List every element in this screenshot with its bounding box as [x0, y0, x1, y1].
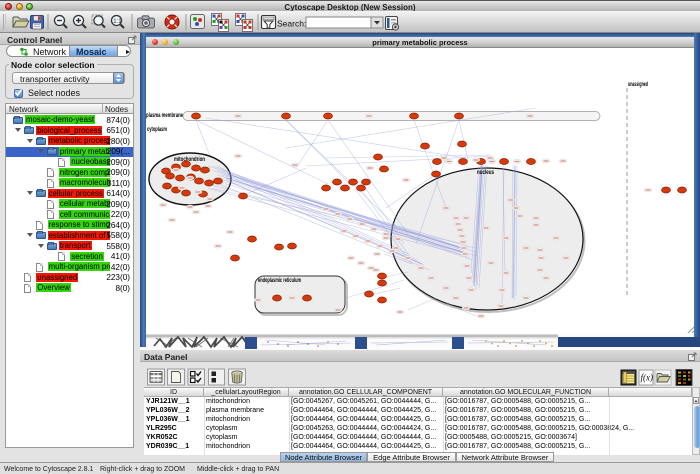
- svg-text:plasma membrane: plasma membrane: [146, 113, 183, 119]
- svg-text:Search:: Search:: [277, 19, 306, 29]
- svg-text:unassigned: unassigned: [628, 82, 648, 88]
- svg-text:endoplasmic reticulum: endoplasmic reticulum: [258, 278, 301, 284]
- svg-text:cytoplasm: cytoplasm: [147, 127, 167, 133]
- svg-text:1:1: 1:1: [113, 19, 122, 25]
- svg-text:f(x): f(x): [641, 373, 654, 383]
- svg-text:nucleus: nucleus: [477, 170, 494, 176]
